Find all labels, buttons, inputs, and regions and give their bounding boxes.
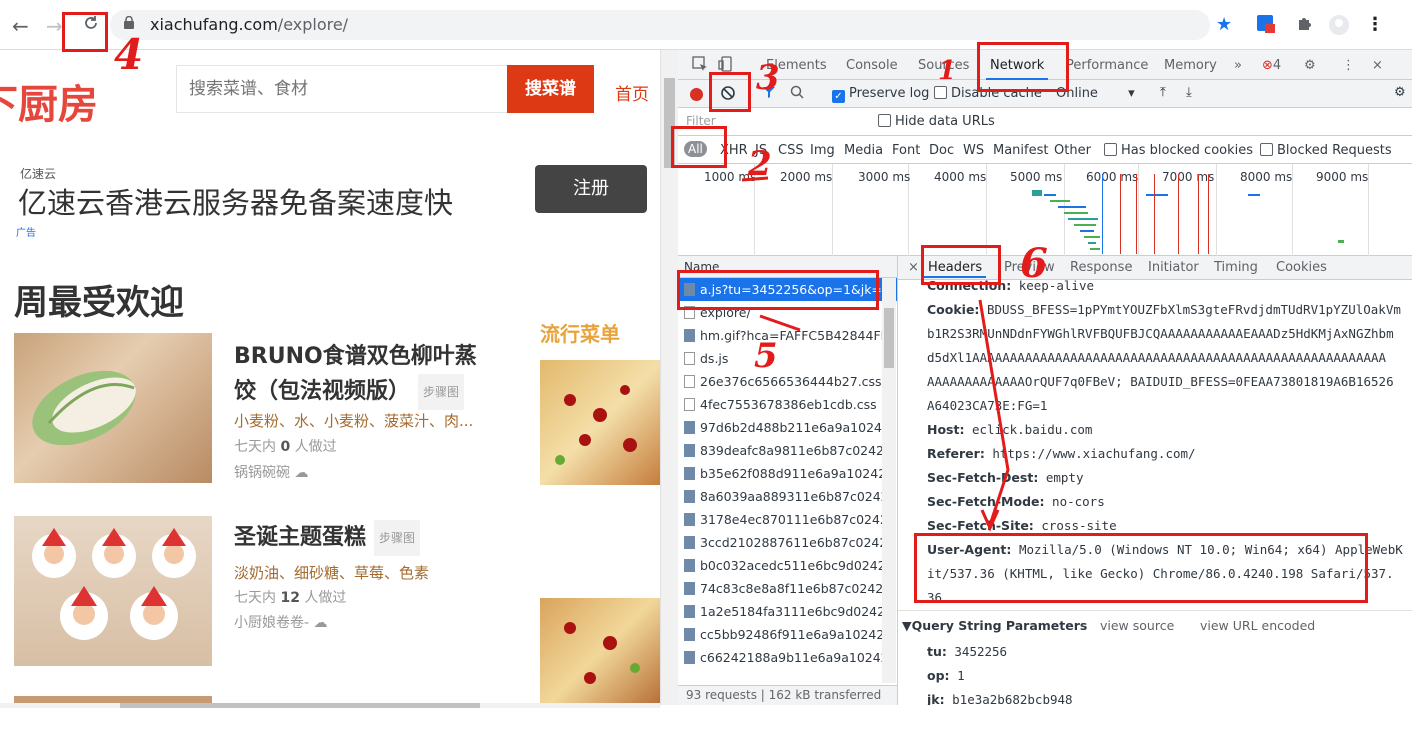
annotation-strokes: [741, 176, 1010, 532]
